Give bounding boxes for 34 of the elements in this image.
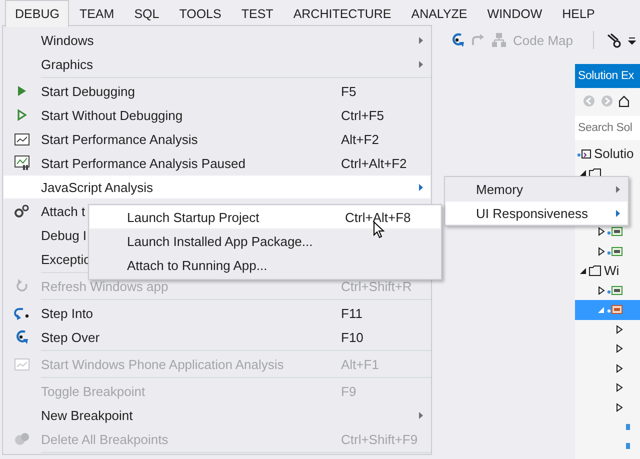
shortcut-label: Ctrl+Shift+F9 [341,432,418,446]
shortcut-label: F10 [341,330,364,344]
tree-item-label: Wi [604,263,620,278]
menu-item-label: Launch Startup Project [127,210,260,224]
menu-item-label: Start Windows Phone Application Analysis [41,356,284,372]
shortcut-label: Alt+F1 [341,356,379,372]
shortcut-label: Ctrl+Alt+F8 [345,210,411,224]
menu-item-label: Delete All Breakpoints [41,432,168,446]
shortcut-label: Ctrl+Alt+F2 [341,156,407,170]
panel-title: Solution Ex [575,64,640,88]
shortcut-label: Ctrl+F5 [341,108,384,122]
menu-item-label: Start Debugging [41,84,135,98]
shortcut-label: Ctrl+Shift+R [341,278,412,294]
menu-item-label: Attach to Running App... [127,258,268,272]
menu-item-label: Step Into [41,306,94,320]
menu-item-label: Toggle Breakpoint [41,384,146,398]
menu-item-label: Attach t [41,204,86,218]
menu-item-label: Launch Installed App Package... [127,234,313,248]
menu-item-label: JavaScript Analysis [41,180,153,194]
shortcut-label: Alt+F2 [341,132,379,146]
menu-item-label: Start Performance Analysis [41,132,198,146]
menu-item-label: Memory [476,182,523,196]
shortcut-label: F11 [341,306,362,320]
shortcut-label: F9 [341,384,356,398]
menu-item-label: Start Without Debugging [41,108,183,122]
menu-item-label: Windows [41,32,94,48]
tree-item-label: Solutio [594,146,634,162]
menu-item-label: Start Performance Analysis Paused [41,156,246,170]
shortcut-label: F5 [341,84,356,98]
menu-item-label: UI Responsiveness [476,206,588,220]
menu-item-label: Refresh Windows app [41,278,168,294]
menu-item-label: New Breakpoint [41,408,133,422]
menu-item-label: Step Over [41,330,100,344]
menu-item-label: Graphics [41,56,94,72]
